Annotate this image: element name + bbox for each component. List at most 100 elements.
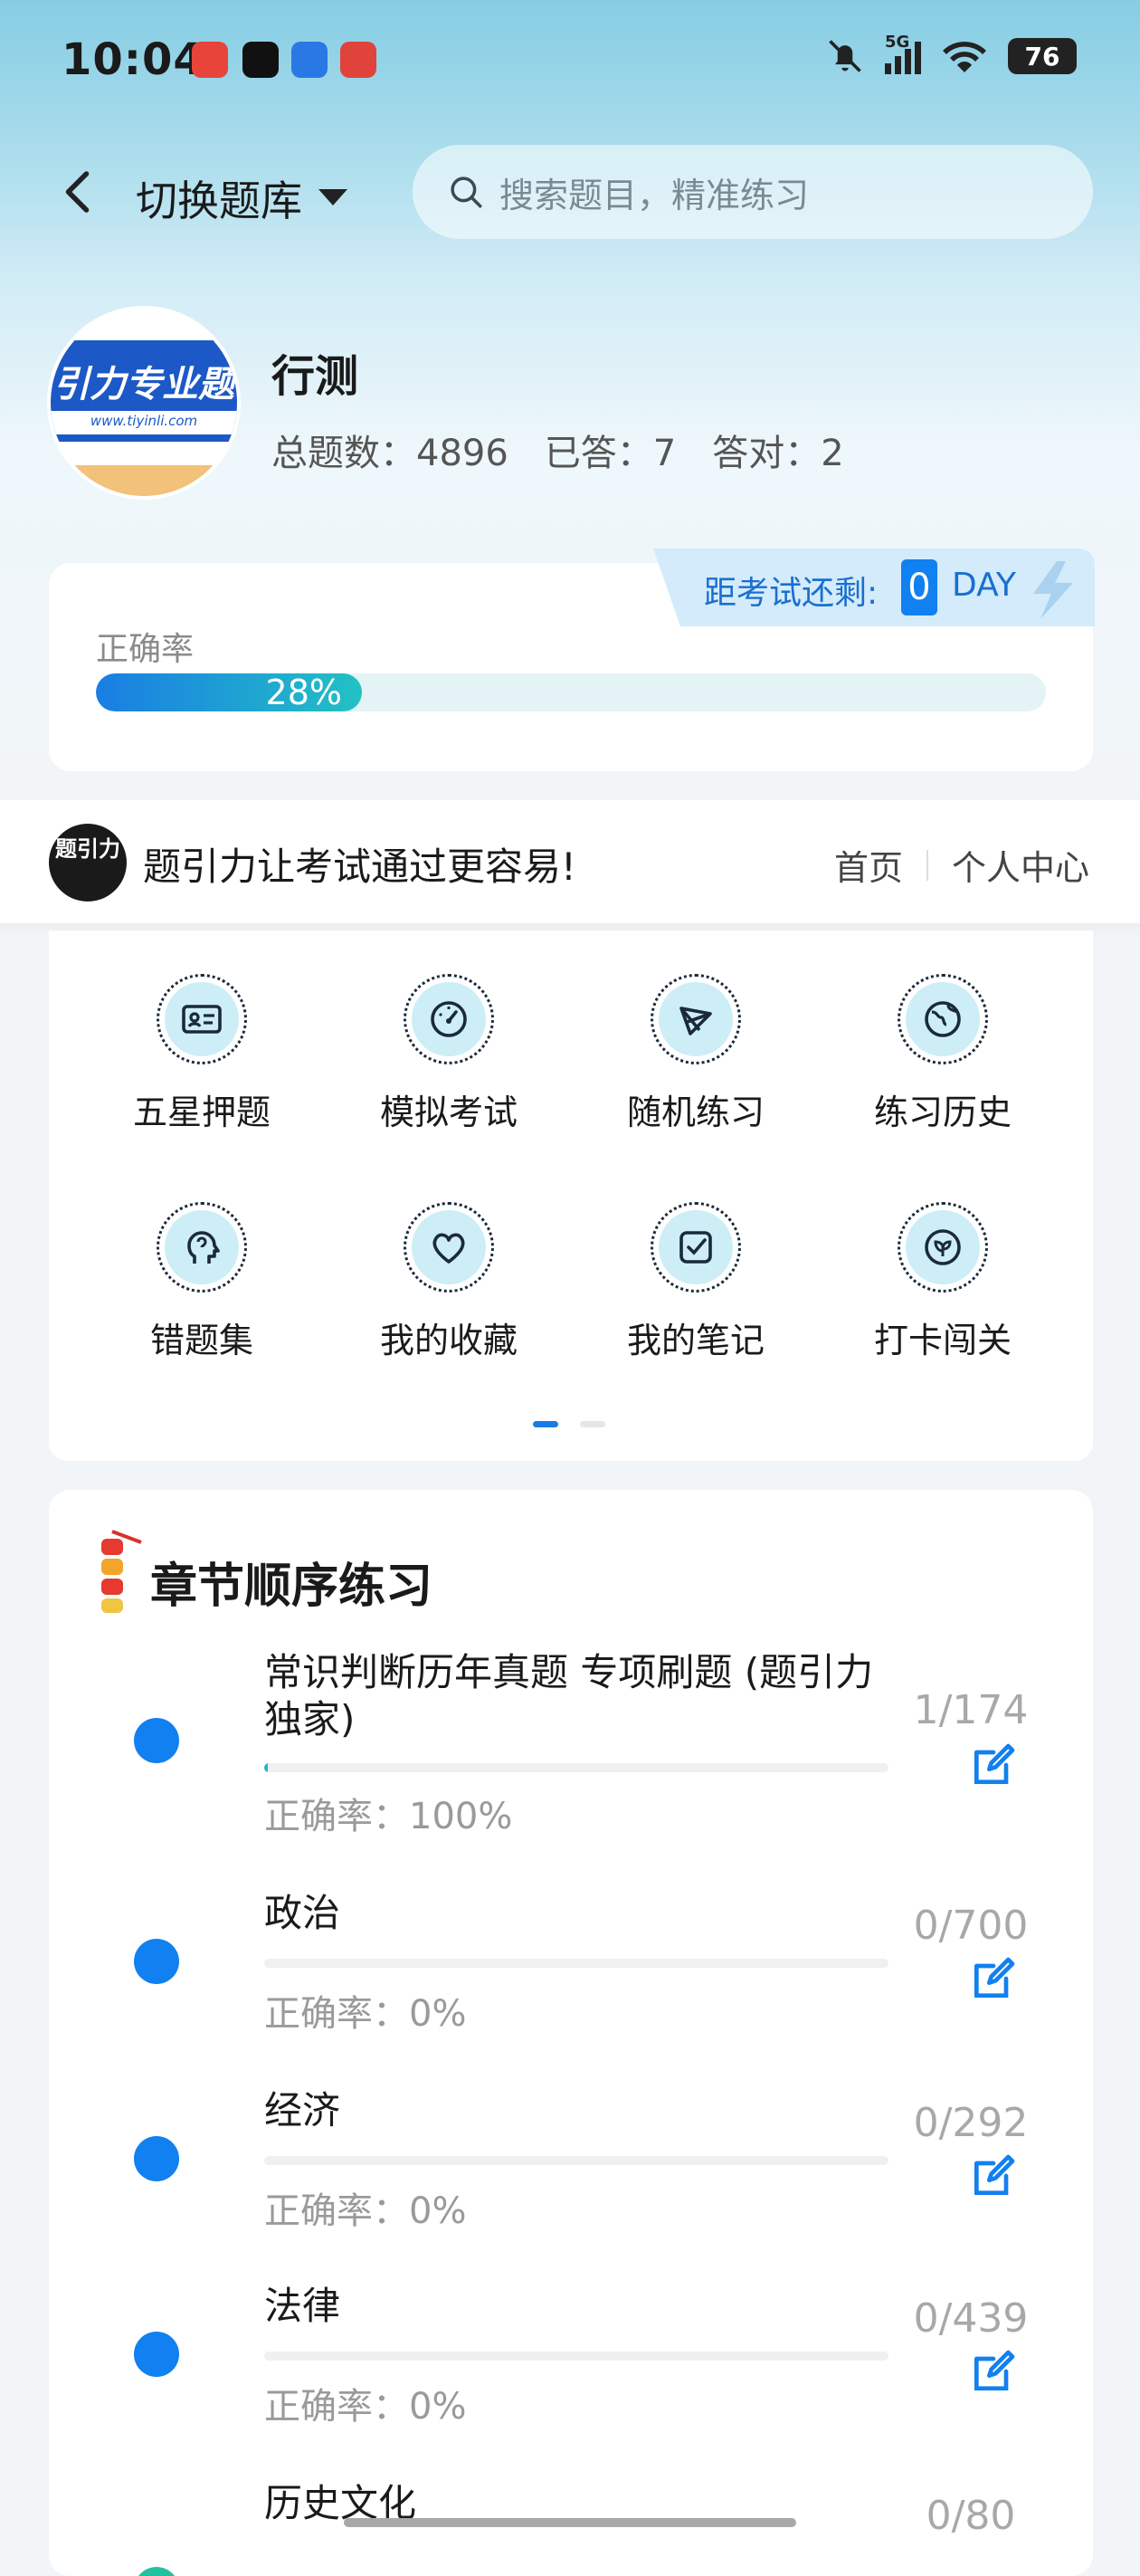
firecracker-icon [101,1530,142,1613]
page-dot-active[interactable] [533,1421,558,1427]
bank-logo-text: 引力专业题 [53,364,234,405]
question-bank-profile: 引力专业题 www.tiyinli.com 题引力 版权所有 行测 总题数：48… [51,310,1091,509]
battery-indicator: 76 [1008,38,1077,74]
tiktok-icon [242,42,279,78]
total-questions: 总题数：4896 [271,433,508,474]
function-grid: 五星押题 模拟考试 随机练习 练习历史 错题集 我的收藏 我的笔记 打卡闯关 [49,930,1093,1461]
chapter-count: 0/439 [913,2295,1029,2342]
switch-bank-dropdown[interactable]: 切换题库 [136,168,347,228]
accuracy-label: 正确率 [96,631,195,668]
grid-item-random-practice[interactable]: 随机练习 [592,974,800,1134]
correct-count: 答对：2 [712,433,844,474]
id-card-icon [182,1005,222,1034]
grid-label: 错题集 [149,1321,253,1360]
accuracy-progress-bar: 28% [96,673,1046,711]
switch-bank-label: 切换题库 [136,177,302,225]
chapter-name: 政治 [264,1891,341,1935]
chapter-bullet [134,1939,179,1984]
edit-icon[interactable] [968,1740,1019,1790]
bank-stats: 总题数：4896 已答：7 答对：2 [271,424,844,476]
bank-logo-url: www.tiyinli.com [90,413,198,429]
grid-label: 五星押题 [132,1092,271,1132]
chapter-progress-bar [264,1763,888,1772]
nav-divider [926,849,928,881]
grid-item-notes[interactable]: 我的笔记 [592,1202,800,1362]
chapter-progress-fill [264,1763,269,1772]
chapter-section-title: 章节顺序练习 [150,1560,433,1614]
shuffle-shape-icon [679,1007,712,1035]
chapter-row[interactable]: 常识判断历年真题 专项刷题 (题引力独家) 正确率：100% 1/174 [49,1649,1093,1857]
grid-item-history[interactable]: 练习历史 [839,974,1047,1134]
chapter-bullet [134,2332,179,2377]
answered-count: 已答：7 [544,433,677,474]
accuracy-percent: 28% [265,673,342,711]
exam-countdown: 距考试还剩: 0 DAY [653,549,1095,626]
chapter-progress-bar [264,2156,888,2165]
brand-slogan: 题引力让考试通过更容易! [143,844,576,889]
edit-icon[interactable] [968,1953,1019,2004]
bank-logo-footer: 题引力 版权所有 [94,444,194,460]
head-icon [187,1231,220,1264]
accuracy-progress-fill: 28% [96,673,362,711]
header: 切换题库 搜索题目，精准练习 [0,145,1140,244]
search-icon [451,177,482,208]
wifi-icon [943,42,986,72]
chapter-accuracy: 正确率：0% [264,1993,467,2035]
countdown-days: 0 [901,559,937,615]
brand-bar: 题引力 题引力让考试通过更容易! 首页 个人中心 [0,800,1140,923]
chapter-count: 0/700 [913,1903,1029,1949]
brand-logo: 题引力 [49,824,127,902]
chapter-bullet [134,2567,179,2576]
chapter-accuracy: 正确率：0% [264,2190,467,2232]
gauge-icon [431,1001,467,1037]
check-note-icon [679,1231,712,1264]
chapter-count: 0/292 [913,2100,1029,2146]
mute-bell-icon [829,40,861,72]
signal-icon: 5G [885,33,921,74]
countdown-label: 距考试还剩: [704,575,879,612]
notification-app-icon [340,42,376,78]
search-input[interactable]: 搜索题目，精准练习 [413,145,1093,239]
chapter-bullet [134,1718,179,1763]
grid-label: 我的收藏 [379,1321,518,1360]
back-arrow-icon[interactable] [52,165,107,219]
grid-item-check-in[interactable]: 打卡闯关 [839,1202,1047,1362]
status-bar: 10:04 5G 76 [0,0,1140,122]
grid-item-five-star[interactable]: 五星押题 [98,974,306,1134]
chapter-bullet [134,2136,179,2181]
notification-app-icon [291,42,328,78]
grid-label: 模拟考试 [379,1092,518,1132]
home-indicator[interactable] [344,2518,796,2527]
chapter-row[interactable]: 经济 正确率：0% 0/292 [49,2087,1093,2277]
network-type: 5G [885,33,910,52]
page-indicator [533,1421,605,1427]
heart-icon [432,1233,465,1264]
bank-name: 行测 [271,351,359,402]
page-dot[interactable] [580,1421,605,1427]
grid-item-favorites[interactable]: 我的收藏 [345,1202,553,1362]
nav-link-home[interactable]: 首页 [834,840,903,890]
edit-icon[interactable] [968,2151,1019,2201]
grid-item-wrong-questions[interactable]: 错题集 [98,1202,306,1362]
edit-icon[interactable] [968,2346,1019,2397]
brand-logo-text: 题引力 [55,836,120,862]
nav-link-profile[interactable]: 个人中心 [952,840,1089,890]
notification-app-icon [192,42,228,78]
chapter-name: 经济 [264,2088,341,2132]
chapter-row[interactable]: 历史文化 0/80 [49,2480,1093,2576]
status-time: 10:04 [62,34,204,85]
chapter-progress-bar [264,1959,888,1968]
chapter-row[interactable]: 政治 正确率：0% 0/700 [49,1890,1093,2080]
grid-item-mock-exam[interactable]: 模拟考试 [345,974,553,1134]
grid-label: 我的笔记 [626,1321,765,1360]
caret-down-icon [318,189,347,205]
chapter-count: 1/174 [913,1687,1029,1733]
chapter-practice-card: 章节顺序练习 常识判断历年真题 专项刷题 (题引力独家) 正确率：100% 1/… [49,1490,1093,2576]
chapter-progress-bar [264,2352,888,2361]
globe-icon [925,1001,961,1037]
grid-label: 打卡闯关 [873,1321,1012,1360]
countdown-unit: DAY [952,567,1016,604]
grid-label: 随机练习 [626,1092,765,1132]
chapter-row[interactable]: 法律 正确率：0% 0/439 [49,2283,1093,2473]
bank-logo: 引力专业题 www.tiyinli.com 题引力 版权所有 [51,310,237,496]
